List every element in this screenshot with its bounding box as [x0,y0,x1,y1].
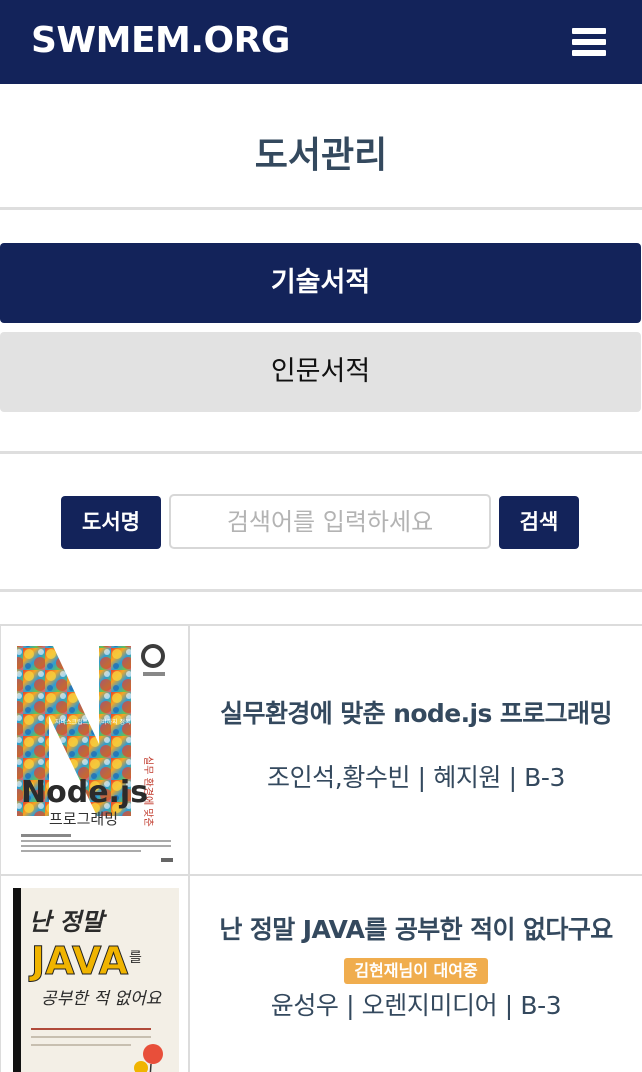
book-info[interactable]: 실무환경에 맞춘 node.js 프로그래밍 조인석,황수빈 | 혜지원 | B… [190,626,642,874]
cover-line-3: 를 [129,950,142,966]
search-type-button[interactable]: 도서명 [61,496,161,549]
book-cover-image[interactable]: 실무 환경에 맞춘 자바스크립트로 서버까지 정복하자 Node.js 프로그래… [1,626,190,874]
book-list-item: 실무 환경에 맞춘 자바스크립트로 서버까지 정복하자 Node.js 프로그래… [0,624,642,876]
divider [0,451,642,454]
tab-tech-books[interactable]: 기술서적 [0,243,641,323]
hamburger-menu-icon[interactable] [570,26,608,58]
cover-badge-text: 자바스크립트로 서버까지 정복하자 [55,718,142,726]
book-cover-image[interactable]: 난 정말 JAVA 를 공부한 적 없어요 [1,876,190,1072]
cover-line-2: JAVA [28,939,129,983]
book-meta: 윤성우 | 오렌지미디어 | B-3 [270,991,562,1020]
top-navbar: SWMEM.ORG [0,0,642,84]
book-title[interactable]: 난 정말 JAVA를 공부한 적이 없다구요 [190,914,642,945]
book-cover-cell: 난 정말 JAVA 를 공부한 적 없어요 [0,876,190,1072]
loan-status-badge: 김현재님이 대여중 [344,958,488,984]
search-button[interactable]: 검색 [499,496,579,549]
search-input[interactable] [169,494,491,549]
cover-line-4: 공부한 적 없어요 [41,989,163,1009]
page-title: 도서관리 [254,135,388,176]
book-list-item: 난 정말 JAVA 를 공부한 적 없어요 난 정말 JAVA를 공부한 적이 … [0,874,642,1072]
book-title[interactable]: 실무환경에 맞춘 node.js 프로그래밍 [190,698,642,729]
cover-sub-text: 프로그래밍 [49,810,118,828]
divider [0,589,642,592]
site-brand[interactable]: SWMEM.ORG [31,20,290,61]
divider [0,207,642,210]
book-info[interactable]: 난 정말 JAVA를 공부한 적이 없다구요 김현재님이 대여중 윤성우 | 오… [190,876,642,1072]
tab-humanities-books[interactable]: 인문서적 [0,332,641,412]
book-meta: 조인석,황수빈 | 혜지원 | B-3 [266,763,566,792]
book-cover-cell: 실무 환경에 맞춘 자바스크립트로 서버까지 정복하자 Node.js 프로그래… [0,626,190,874]
cover-brand-text: Node.js [21,775,148,810]
cover-line-1: 난 정말 [29,907,108,936]
